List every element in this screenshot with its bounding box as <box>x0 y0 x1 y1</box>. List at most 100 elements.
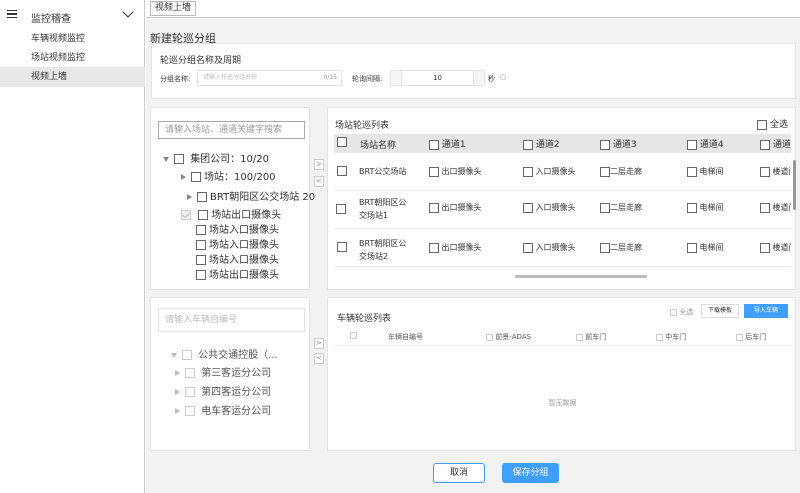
checkbox[interactable] <box>600 202 610 213</box>
move-right-button[interactable]: > <box>314 338 324 349</box>
checkbox[interactable] <box>760 202 770 213</box>
tree-leaf[interactable]: 场站入口摄像头 <box>196 221 279 236</box>
save-group-button[interactable]: 保存分组 <box>502 463 559 483</box>
vehicle-tree-node[interactable]: 第三客运分公司 <box>175 364 271 379</box>
checkbox[interactable] <box>429 166 439 177</box>
checkbox[interactable] <box>687 139 697 150</box>
checkbox[interactable] <box>523 166 533 177</box>
checkbox[interactable] <box>670 308 677 316</box>
caret-right-icon[interactable] <box>175 389 180 395</box>
group-name-input[interactable]: 请输入轮巡分组名称 0/15 <box>197 70 342 86</box>
help-icon[interactable] <box>500 74 506 80</box>
row-checkbox[interactable] <box>337 166 347 176</box>
interval-stepper[interactable]: 10 <box>390 70 485 86</box>
column-header[interactable]: 中车门 <box>656 332 686 342</box>
checkbox[interactable] <box>760 139 770 150</box>
move-right-button[interactable]: > <box>314 159 324 170</box>
channel-cell[interactable]: 入口摄像头 <box>523 166 576 177</box>
column-header[interactable]: 通道4 <box>687 137 724 150</box>
tree-node-root[interactable]: 集团公司：10/20 <box>163 150 269 165</box>
header-checkbox[interactable] <box>337 137 347 147</box>
checkbox[interactable] <box>736 333 743 341</box>
checkbox[interactable] <box>429 139 439 150</box>
column-header[interactable]: 前景-ADAS <box>486 332 531 342</box>
vehicle-tree-node[interactable]: 第四客运分公司 <box>175 383 271 398</box>
channel-cell[interactable]: 二层走廊 <box>600 166 642 177</box>
checkbox[interactable] <box>196 270 206 280</box>
caret-right-icon[interactable] <box>187 194 192 200</box>
chevron-down-icon[interactable] <box>122 6 134 18</box>
horizontal-scrollbar[interactable] <box>515 275 647 278</box>
column-header[interactable]: 通道2 <box>523 137 560 150</box>
checkbox[interactable] <box>600 166 610 177</box>
checkbox[interactable] <box>198 210 209 220</box>
caret-right-icon[interactable] <box>175 408 180 414</box>
checkbox[interactable] <box>196 225 206 235</box>
checkbox[interactable] <box>687 166 697 177</box>
move-left-button[interactable]: < <box>314 176 324 187</box>
checkbox[interactable] <box>191 172 201 182</box>
tree-leaf[interactable]: 场站入口摄像头 <box>196 236 279 251</box>
checkbox[interactable] <box>197 192 207 202</box>
checkbox[interactable] <box>687 202 697 213</box>
checkbox[interactable] <box>174 154 184 164</box>
caret-right-icon[interactable] <box>175 370 180 376</box>
vehicle-search-input[interactable]: 请输入车辆自编号 <box>158 308 305 332</box>
checkbox[interactable] <box>185 387 195 397</box>
checkbox[interactable] <box>760 166 770 177</box>
move-left-button[interactable]: < <box>314 353 324 364</box>
channel-cell[interactable]: 出口摄像头 <box>429 242 482 253</box>
checkbox[interactable] <box>576 333 583 341</box>
checkbox[interactable] <box>196 255 206 265</box>
column-header[interactable]: 通道3 <box>600 137 637 150</box>
channel-cell[interactable]: 电梯间 <box>687 202 724 213</box>
import-vehicles-button[interactable]: 导入车辆 <box>744 304 788 318</box>
channel-cell[interactable]: 电梯间 <box>687 166 724 177</box>
checkbox[interactable] <box>523 202 533 213</box>
vehicle-tree-root[interactable]: 公共交通控股（... <box>171 346 278 361</box>
sidebar-item-video-wall[interactable]: 视频上墙 <box>0 67 145 87</box>
station-search-input[interactable]: 请输入场站、通道关键字搜索 <box>158 121 305 139</box>
channel-cell[interactable]: 入口摄像头 <box>523 202 576 213</box>
sidebar-item-vehicle-monitor[interactable]: 车辆视频监控 <box>0 29 145 49</box>
checkbox[interactable] <box>185 368 195 378</box>
channel-cell[interactable]: 二层走廊 <box>600 242 642 253</box>
vertical-scrollbar[interactable] <box>793 160 796 210</box>
channel-cell[interactable]: 楼道间 <box>760 166 791 177</box>
checkbox[interactable] <box>185 406 195 416</box>
checkbox[interactable] <box>760 242 770 253</box>
sidebar-header[interactable]: 监控稽查 <box>0 0 145 30</box>
tree-leaf[interactable]: 场站入口摄像头 <box>196 251 279 266</box>
header-checkbox[interactable] <box>350 331 357 339</box>
column-header[interactable]: 通道7 <box>760 137 791 150</box>
checkbox[interactable] <box>757 119 768 130</box>
checkbox[interactable] <box>600 139 610 150</box>
cancel-button[interactable]: 取消 <box>433 463 485 483</box>
channel-cell[interactable]: 二层走廊 <box>600 202 642 213</box>
row-checkbox[interactable] <box>337 242 347 252</box>
checkbox[interactable] <box>486 333 493 341</box>
tree-node-stations[interactable]: 场站：100/200 <box>181 168 276 183</box>
channel-cell[interactable]: 楼道间 <box>760 202 791 213</box>
vehicle-tree-node[interactable]: 电车客运分公司 <box>175 402 271 417</box>
download-template-button[interactable]: 下载模板 <box>701 304 739 318</box>
channel-cell[interactable]: 楼道间 <box>760 242 791 253</box>
select-all-checkbox[interactable]: 全选 <box>757 117 788 130</box>
checkbox[interactable] <box>182 350 192 360</box>
column-header[interactable]: 后车门 <box>736 332 766 342</box>
checkbox[interactable] <box>687 242 697 253</box>
checkbox[interactable] <box>181 210 191 220</box>
checkbox[interactable] <box>600 242 610 253</box>
tree-node-brt-station[interactable]: BRT朝阳区公交场站 20 <box>187 188 315 203</box>
checkbox[interactable] <box>429 202 439 213</box>
tree-leaf[interactable]: 场站出口摄像头 <box>196 266 279 281</box>
checkbox[interactable] <box>196 240 206 250</box>
column-header[interactable]: 通道1 <box>429 137 466 150</box>
column-header[interactable]: 前车门 <box>576 332 606 342</box>
menu-icon[interactable] <box>7 10 17 18</box>
channel-cell[interactable]: 电梯间 <box>687 242 724 253</box>
channel-cell[interactable]: 入口摄像头 <box>523 242 576 253</box>
channel-cell[interactable]: 出口摄像头 <box>429 202 482 213</box>
checkbox[interactable] <box>429 242 439 253</box>
checkbox[interactable] <box>523 242 533 253</box>
